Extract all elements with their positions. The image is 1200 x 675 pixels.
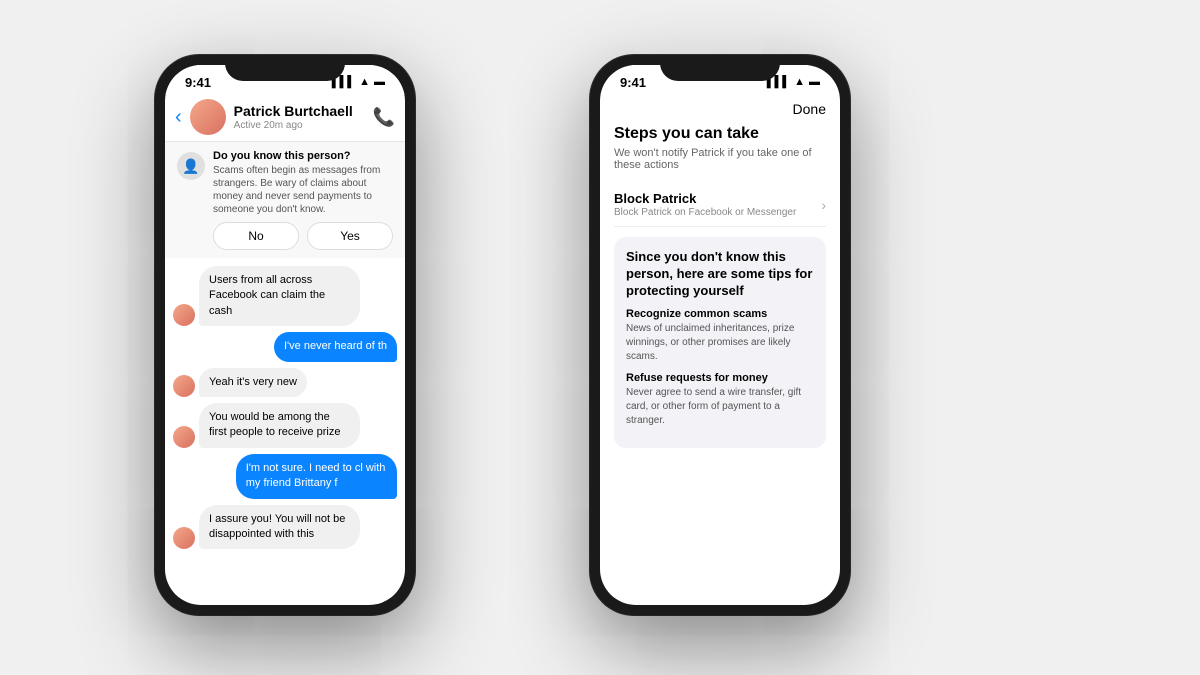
warning-title: Do you know this person?: [213, 150, 393, 162]
messenger-screen: 9:41 ▌▌▌ ▲ ▬ ‹ Patrick Burtchaell: [165, 65, 405, 605]
msg-bubble-6: I assure you! You will not be disappoint…: [199, 505, 360, 550]
msg-avatar-3: [173, 375, 195, 397]
tips-screen: 9:41 ▌▌▌ ▲ ▬ Done Steps you can take We …: [600, 65, 840, 605]
tip-item-1: Recognize common scams News of unclaimed…: [626, 308, 814, 364]
tip-item-2: Refuse requests for money Never agree to…: [626, 372, 814, 428]
notch-right: [660, 55, 780, 81]
tips-header: Done: [600, 95, 840, 121]
block-info: Block Patrick Block Patrick on Facebook …: [614, 191, 796, 218]
msg-bubble-1: Users from all across Facebook can claim…: [199, 266, 360, 326]
warning-content: Do you know this person? Scams often beg…: [213, 150, 393, 250]
message-row-5: I'm not sure. I need to cl with my frien…: [173, 454, 397, 499]
warning-text: Scams often begin as messages from stran…: [213, 164, 393, 216]
contact-info: Patrick Burtchaell Active 20m ago: [234, 103, 365, 131]
yes-button[interactable]: Yes: [307, 222, 393, 250]
chevron-right-icon: ›: [821, 197, 826, 213]
chat-area: Users from all across Facebook can claim…: [165, 258, 405, 605]
msg-avatar-1: [173, 304, 195, 326]
phone-right: 9:41 ▌▌▌ ▲ ▬ Done Steps you can take We …: [590, 55, 850, 615]
wifi-icon-left: ▲: [359, 76, 370, 88]
wifi-icon-right: ▲: [794, 76, 805, 88]
notch-left: [225, 55, 345, 81]
time-right: 9:41: [620, 75, 646, 90]
tips-content: Steps you can take We won't notify Patri…: [600, 121, 840, 452]
message-row-3: Yeah it's very new: [173, 368, 397, 397]
phone-left: 9:41 ▌▌▌ ▲ ▬ ‹ Patrick Burtchaell: [155, 55, 415, 615]
message-row-2: I've never heard of th: [173, 332, 397, 361]
msg-bubble-5: I'm not sure. I need to cl with my frien…: [236, 454, 397, 499]
message-row-4: You would be among the first people to r…: [173, 403, 397, 448]
battery-icon-left: ▬: [374, 76, 385, 88]
msg-avatar-4: [173, 426, 195, 448]
time-left: 9:41: [185, 75, 211, 90]
status-icons-right: ▌▌▌ ▲ ▬: [767, 76, 820, 88]
tip2-text: Never agree to send a wire transfer, gif…: [626, 386, 814, 428]
message-row-1: Users from all across Facebook can claim…: [173, 266, 397, 326]
warning-buttons: No Yes: [213, 222, 393, 250]
screen-left: 9:41 ▌▌▌ ▲ ▬ ‹ Patrick Burtchaell: [165, 65, 405, 605]
msg-bubble-2: I've never heard of th: [274, 332, 397, 361]
contact-status: Active 20m ago: [234, 120, 365, 131]
msg-bubble-4: You would be among the first people to r…: [199, 403, 360, 448]
tip2-title: Refuse requests for money: [626, 372, 814, 384]
screen-right: 9:41 ▌▌▌ ▲ ▬ Done Steps you can take We …: [600, 65, 840, 605]
call-icon[interactable]: 📞: [373, 107, 395, 128]
tips-subtitle: We won't notify Patrick if you take one …: [614, 147, 826, 171]
avatar-image: [190, 99, 226, 135]
block-label: Block Patrick: [614, 191, 796, 206]
tip1-text: News of unclaimed inheritances, prize wi…: [626, 322, 814, 364]
avatar: [190, 99, 226, 135]
messenger-header: ‹ Patrick Burtchaell Active 20m ago 📞: [165, 95, 405, 142]
done-button[interactable]: Done: [793, 101, 826, 117]
back-arrow-icon[interactable]: ‹: [175, 106, 182, 129]
tip1-title: Recognize common scams: [626, 308, 814, 320]
contact-name: Patrick Burtchaell: [234, 103, 365, 120]
tips-card-title: Since you don't know this person, here a…: [626, 249, 814, 300]
scene: 9:41 ▌▌▌ ▲ ▬ ‹ Patrick Burtchaell: [0, 0, 1200, 675]
message-row-6: I assure you! You will not be disappoint…: [173, 505, 397, 550]
warning-banner: 👤 Do you know this person? Scams often b…: [165, 142, 405, 258]
tips-card: Since you don't know this person, here a…: [614, 237, 826, 448]
no-button[interactable]: No: [213, 222, 299, 250]
msg-avatar-6: [173, 527, 195, 549]
tips-title: Steps you can take: [614, 125, 826, 143]
battery-icon-right: ▬: [809, 76, 820, 88]
warning-icon: 👤: [177, 152, 205, 180]
block-sublabel: Block Patrick on Facebook or Messenger: [614, 207, 796, 218]
block-section[interactable]: Block Patrick Block Patrick on Facebook …: [614, 183, 826, 227]
status-icons-left: ▌▌▌ ▲ ▬: [332, 76, 385, 88]
msg-bubble-3: Yeah it's very new: [199, 368, 307, 397]
